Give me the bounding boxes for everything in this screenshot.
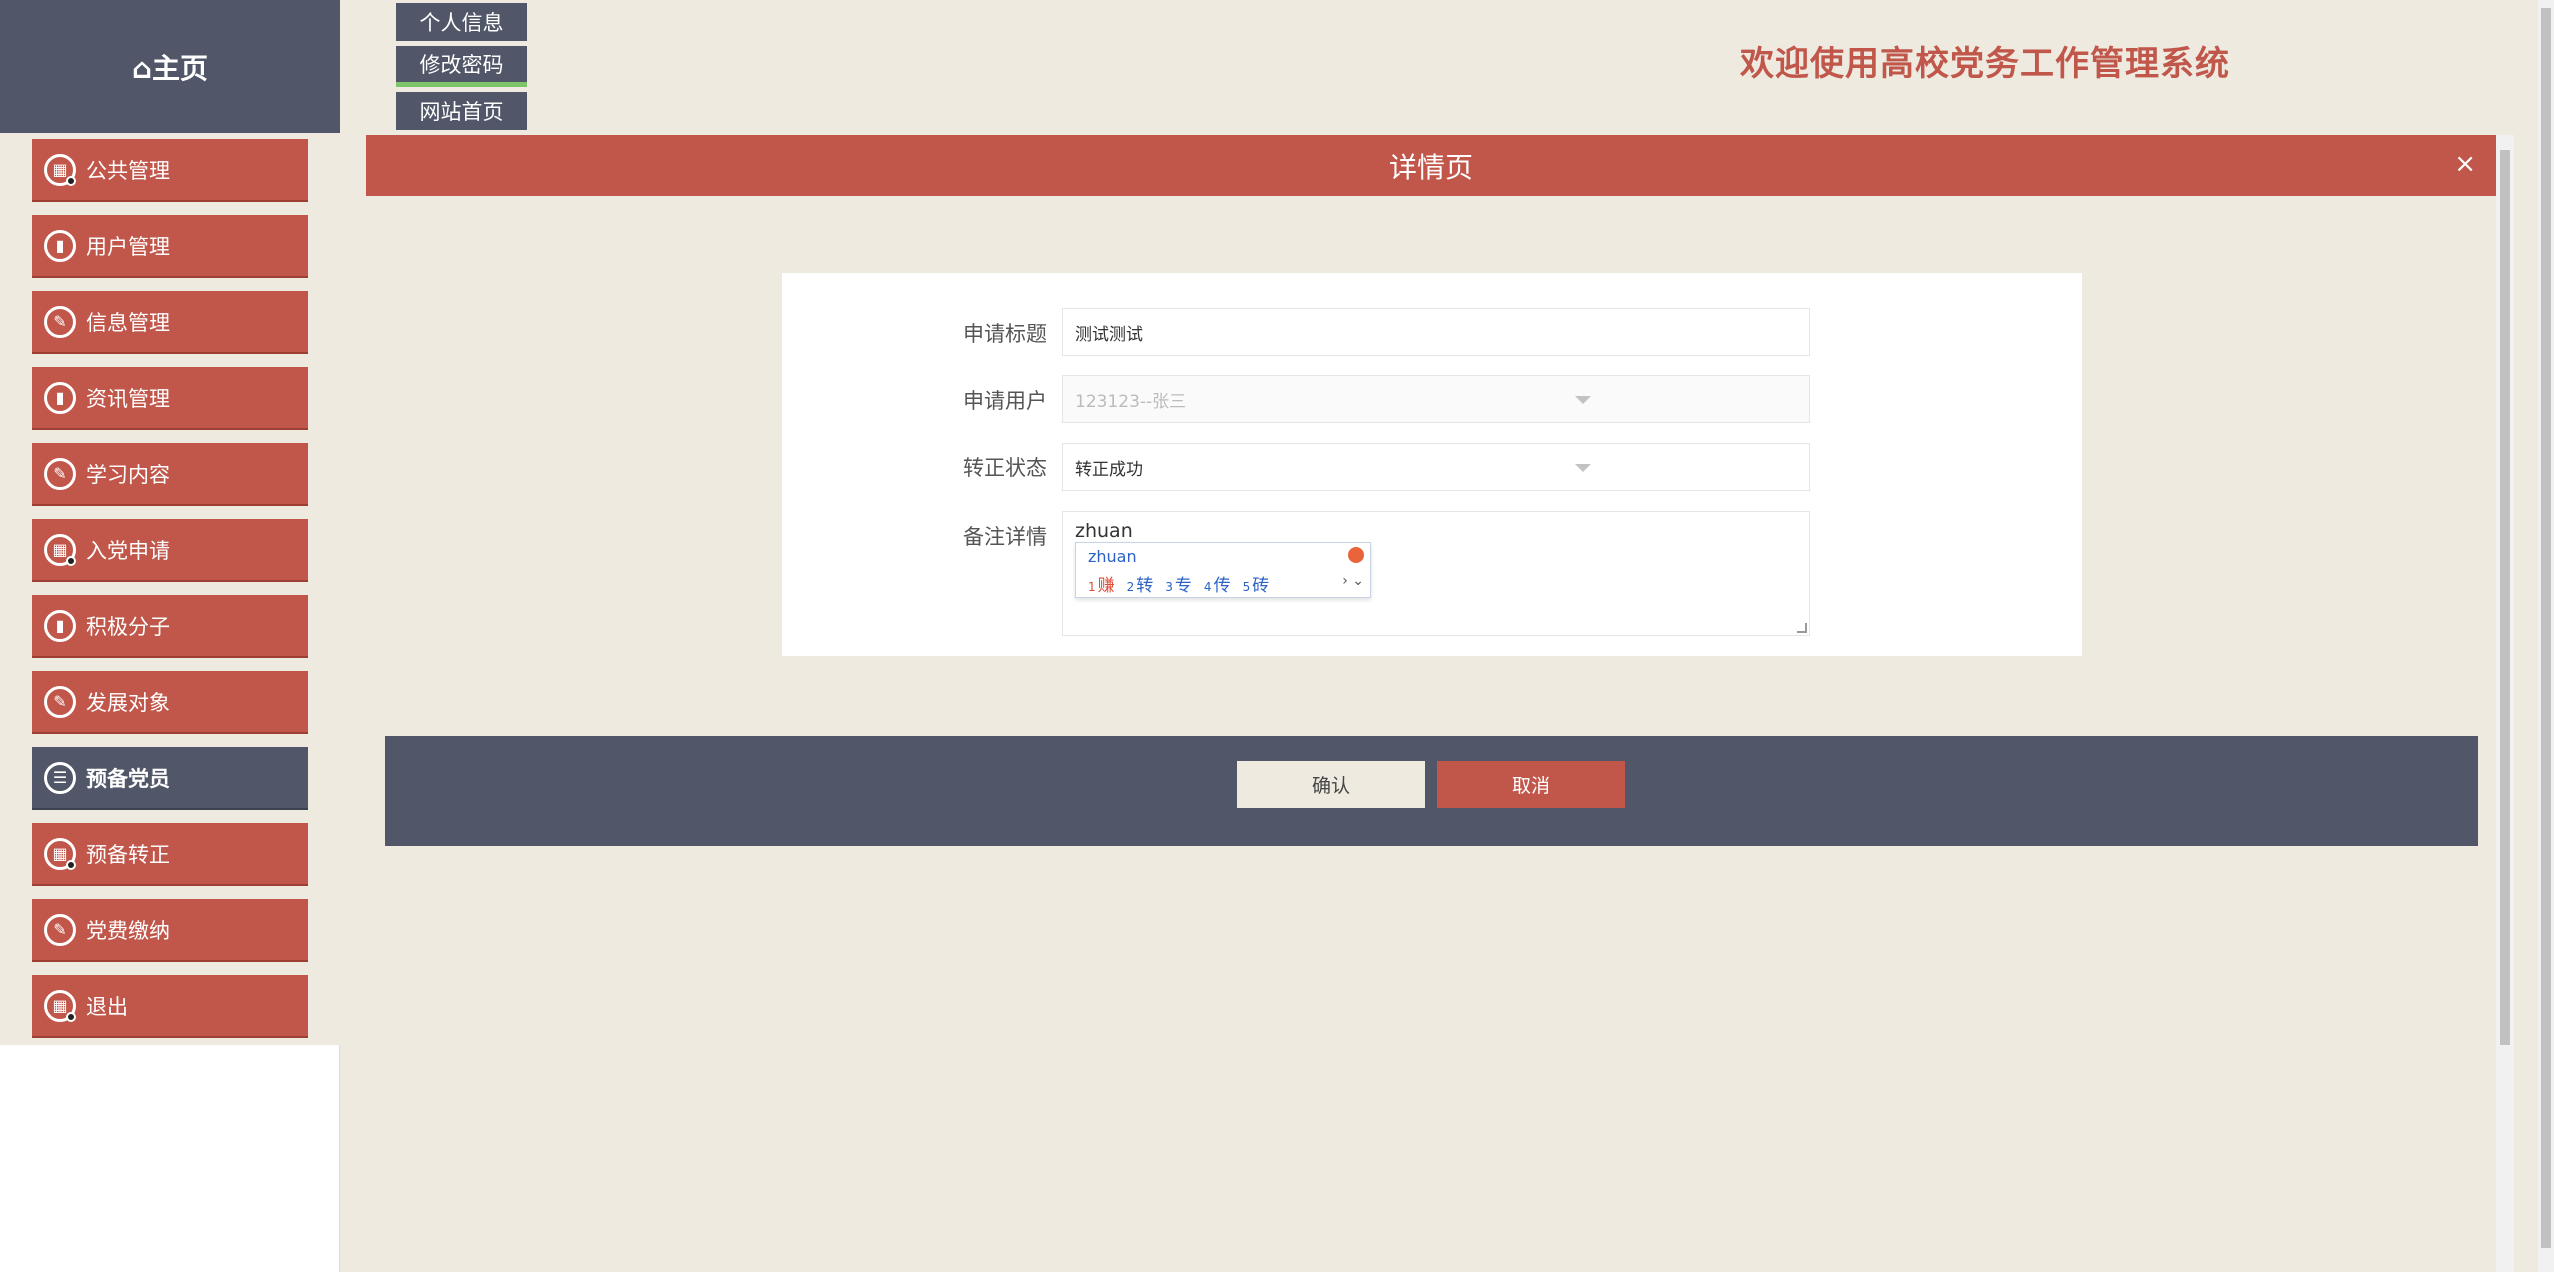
page-scrollbar-thumb[interactable] xyxy=(2541,8,2551,1248)
title-label: 申请标题 xyxy=(963,322,1047,346)
remark-value: zhuan xyxy=(1075,520,1133,542)
sidebar-item-probationary[interactable]: ☰ 预备党员 xyxy=(32,747,308,810)
sidebar-item-label: 退出 xyxy=(86,994,128,1019)
edit-icon: ✎ xyxy=(44,305,76,338)
sidebar-item-logout[interactable]: ▦ 退出 xyxy=(32,975,308,1038)
sidebar-item-application[interactable]: ▦ 入党申请 xyxy=(32,519,308,582)
sidebar-item-label: 用户管理 xyxy=(86,234,170,259)
remark-label: 备注详情 xyxy=(963,525,1047,549)
change-password-button[interactable]: 修改密码 xyxy=(396,46,527,87)
home-label: ⌂主页 xyxy=(131,51,209,85)
panel-scrollbar-thumb[interactable] xyxy=(2500,150,2510,1045)
user-select[interactable]: 123123--张三 xyxy=(1062,375,1810,423)
page-title: 详情页 xyxy=(1388,150,1473,184)
calendar-icon: ▦ xyxy=(44,837,76,870)
sidebar-footer-area xyxy=(0,1045,340,1272)
profile-button[interactable]: 个人信息 xyxy=(396,3,527,41)
cancel-button[interactable]: 取消 xyxy=(1437,761,1625,808)
close-icon[interactable]: × xyxy=(2454,149,2476,179)
sidebar-item-label: 预备党员 xyxy=(86,766,170,791)
list-icon: ☰ xyxy=(44,761,76,794)
sidebar-item-info[interactable]: ✎ 信息管理 xyxy=(32,291,308,354)
edit-icon: ✎ xyxy=(44,913,76,946)
sidebar-item-label: 预备转正 xyxy=(86,842,170,867)
chart-icon: ▮ xyxy=(44,229,76,262)
sidebar-item-label: 信息管理 xyxy=(86,310,170,335)
status-label: 转正状态 xyxy=(963,456,1047,480)
sidebar-item-news[interactable]: ▮ 资讯管理 xyxy=(32,367,308,430)
confirm-button[interactable]: 确认 xyxy=(1237,761,1425,808)
sidebar-item-label: 公共管理 xyxy=(86,158,170,183)
detail-header: 详情页 × xyxy=(366,135,2496,196)
ime-candidate[interactable]: 2转 xyxy=(1127,571,1154,596)
ime-pinyin: zhuan xyxy=(1088,547,1137,566)
sidebar-item-label: 入党申请 xyxy=(86,538,170,563)
sidebar-item-label: 资讯管理 xyxy=(86,386,170,411)
title-input[interactable]: 测试测试 xyxy=(1062,308,1810,356)
user-select-value: 123123--张三 xyxy=(1075,391,1187,412)
chevron-down-icon xyxy=(1575,396,1591,404)
ime-candidate[interactable]: 1赚 xyxy=(1088,571,1115,596)
resize-handle[interactable] xyxy=(1797,623,1807,633)
calendar-icon: ▦ xyxy=(44,533,76,566)
home-link[interactable]: ⌂主页 xyxy=(0,0,340,133)
sidebar-item-public[interactable]: ▦ 公共管理 xyxy=(32,139,308,202)
ime-candidate[interactable]: 3专 xyxy=(1165,571,1192,596)
sidebar-item-fees[interactable]: ✎ 党费缴纳 xyxy=(32,899,308,962)
sidebar-item-development[interactable]: ✎ 发展对象 xyxy=(32,671,308,734)
welcome-title: 欢迎使用高校党务工作管理系统 xyxy=(1740,44,2230,84)
ime-candidates: 1赚 2转 3专 4传 5砖 xyxy=(1088,571,1269,596)
status-select[interactable]: 转正成功 xyxy=(1062,443,1810,491)
ime-logo-icon xyxy=(1348,547,1364,563)
sidebar-item-label: 积极分子 xyxy=(86,614,170,639)
sidebar-item-label: 党费缴纳 xyxy=(86,918,170,943)
site-home-button[interactable]: 网站首页 xyxy=(396,92,527,130)
ime-candidate[interactable]: 5砖 xyxy=(1243,571,1270,596)
calendar-icon: ▦ xyxy=(44,989,76,1022)
sidebar-item-users[interactable]: ▮ 用户管理 xyxy=(32,215,308,278)
edit-icon: ✎ xyxy=(44,685,76,718)
ime-candidate-popup: zhuan 1赚 2转 3专 4传 5砖 › ⌄ xyxy=(1075,542,1371,598)
sidebar-item-formalization[interactable]: ▦ 预备转正 xyxy=(32,823,308,886)
ime-next-page-icon[interactable]: › ⌄ xyxy=(1342,573,1364,589)
sidebar-item-activists[interactable]: ▮ 积极分子 xyxy=(32,595,308,658)
sidebar-item-label: 发展对象 xyxy=(86,690,170,715)
status-select-value: 转正成功 xyxy=(1075,459,1143,480)
edit-icon: ✎ xyxy=(44,457,76,490)
user-label: 申请用户 xyxy=(963,389,1047,413)
chart-icon: ▮ xyxy=(44,609,76,642)
chevron-down-icon xyxy=(1575,464,1591,472)
ime-candidate[interactable]: 4传 xyxy=(1204,571,1231,596)
calendar-icon: ▦ xyxy=(44,153,76,186)
chart-icon: ▮ xyxy=(44,381,76,414)
action-bar xyxy=(385,736,2478,846)
sidebar-item-label: 学习内容 xyxy=(86,462,170,487)
sidebar-item-study[interactable]: ✎ 学习内容 xyxy=(32,443,308,506)
